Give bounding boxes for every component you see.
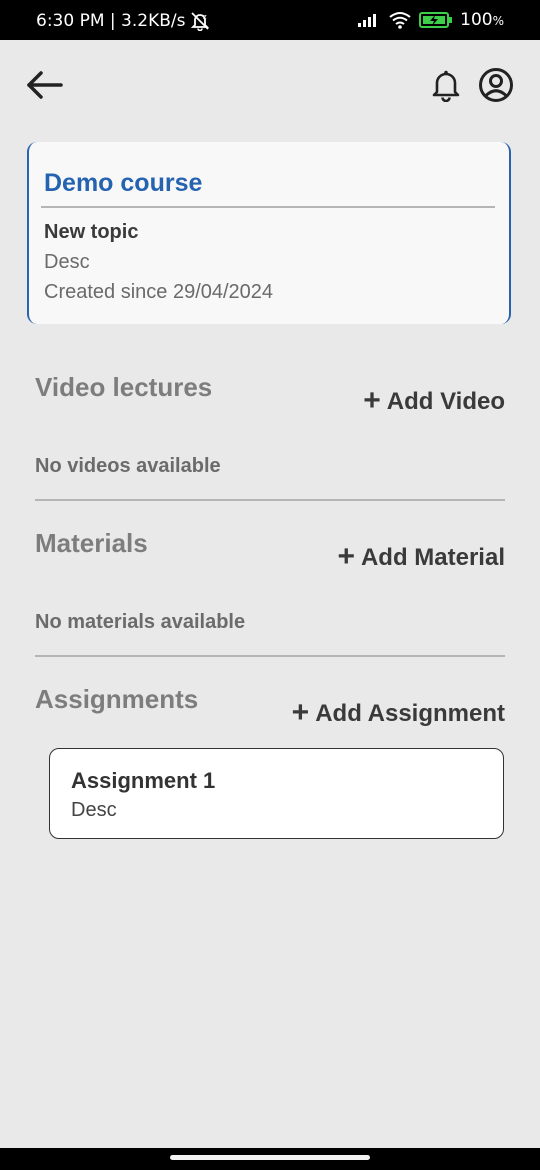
back-button[interactable]: [24, 68, 64, 102]
topic-description: Desc: [44, 251, 90, 273]
videos-divider: [35, 499, 505, 501]
plus-icon: +: [363, 383, 381, 417]
wifi-icon: [388, 11, 412, 29]
battery-level: 100%: [460, 10, 504, 30]
no-materials-text: No materials available: [35, 611, 246, 633]
add-assignment-label: Add Assignment: [315, 700, 505, 727]
video-lectures-heading: Video lectures: [35, 372, 213, 402]
add-material-label: Add Material: [360, 544, 505, 571]
materials-divider: [35, 655, 505, 657]
assignment-description: Desc: [71, 799, 117, 821]
course-card: Demo course New topic Desc Created since…: [27, 142, 511, 324]
topic-title: New topic: [44, 221, 139, 243]
bell-icon: [430, 70, 462, 106]
no-videos-text: No videos available: [35, 455, 221, 477]
system-nav-bar: [0, 1148, 540, 1170]
course-divider: [41, 206, 495, 208]
assignment-title: Assignment 1: [71, 768, 216, 793]
add-material-button[interactable]: + Add Material: [337, 539, 505, 573]
status-left: 6:30 PM | 3.2KB/s z: [36, 11, 211, 31]
add-video-label: Add Video: [386, 388, 505, 415]
status-bar: 6:30 PM | 3.2KB/s z 100%: [0, 0, 540, 40]
account-circle-icon: [478, 68, 514, 107]
add-video-button[interactable]: + Add Video: [363, 383, 505, 417]
svg-text:z: z: [203, 13, 207, 21]
plus-icon: +: [337, 539, 355, 573]
signal-icon: [357, 12, 381, 28]
add-assignment-button[interactable]: + Add Assignment: [291, 695, 505, 729]
status-right: 100%: [357, 10, 504, 30]
status-time-speed: 6:30 PM | 3.2KB/s: [36, 11, 186, 31]
battery-icon: [419, 11, 453, 29]
profile-button[interactable]: [478, 67, 514, 103]
app-bar: [0, 40, 540, 130]
notifications-button[interactable]: [430, 68, 462, 103]
course-title: Demo course: [44, 169, 203, 197]
mute-icon: z: [189, 11, 211, 31]
topic-created-date: Created since 29/04/2024: [44, 281, 274, 303]
plus-icon: +: [291, 695, 310, 729]
home-gesture-handle[interactable]: [170, 1155, 370, 1160]
materials-heading: Materials: [35, 528, 148, 558]
arrow-left-icon: [24, 71, 64, 106]
assignment-card[interactable]: Assignment 1 Desc: [49, 748, 504, 839]
assignments-heading: Assignments: [35, 684, 199, 714]
